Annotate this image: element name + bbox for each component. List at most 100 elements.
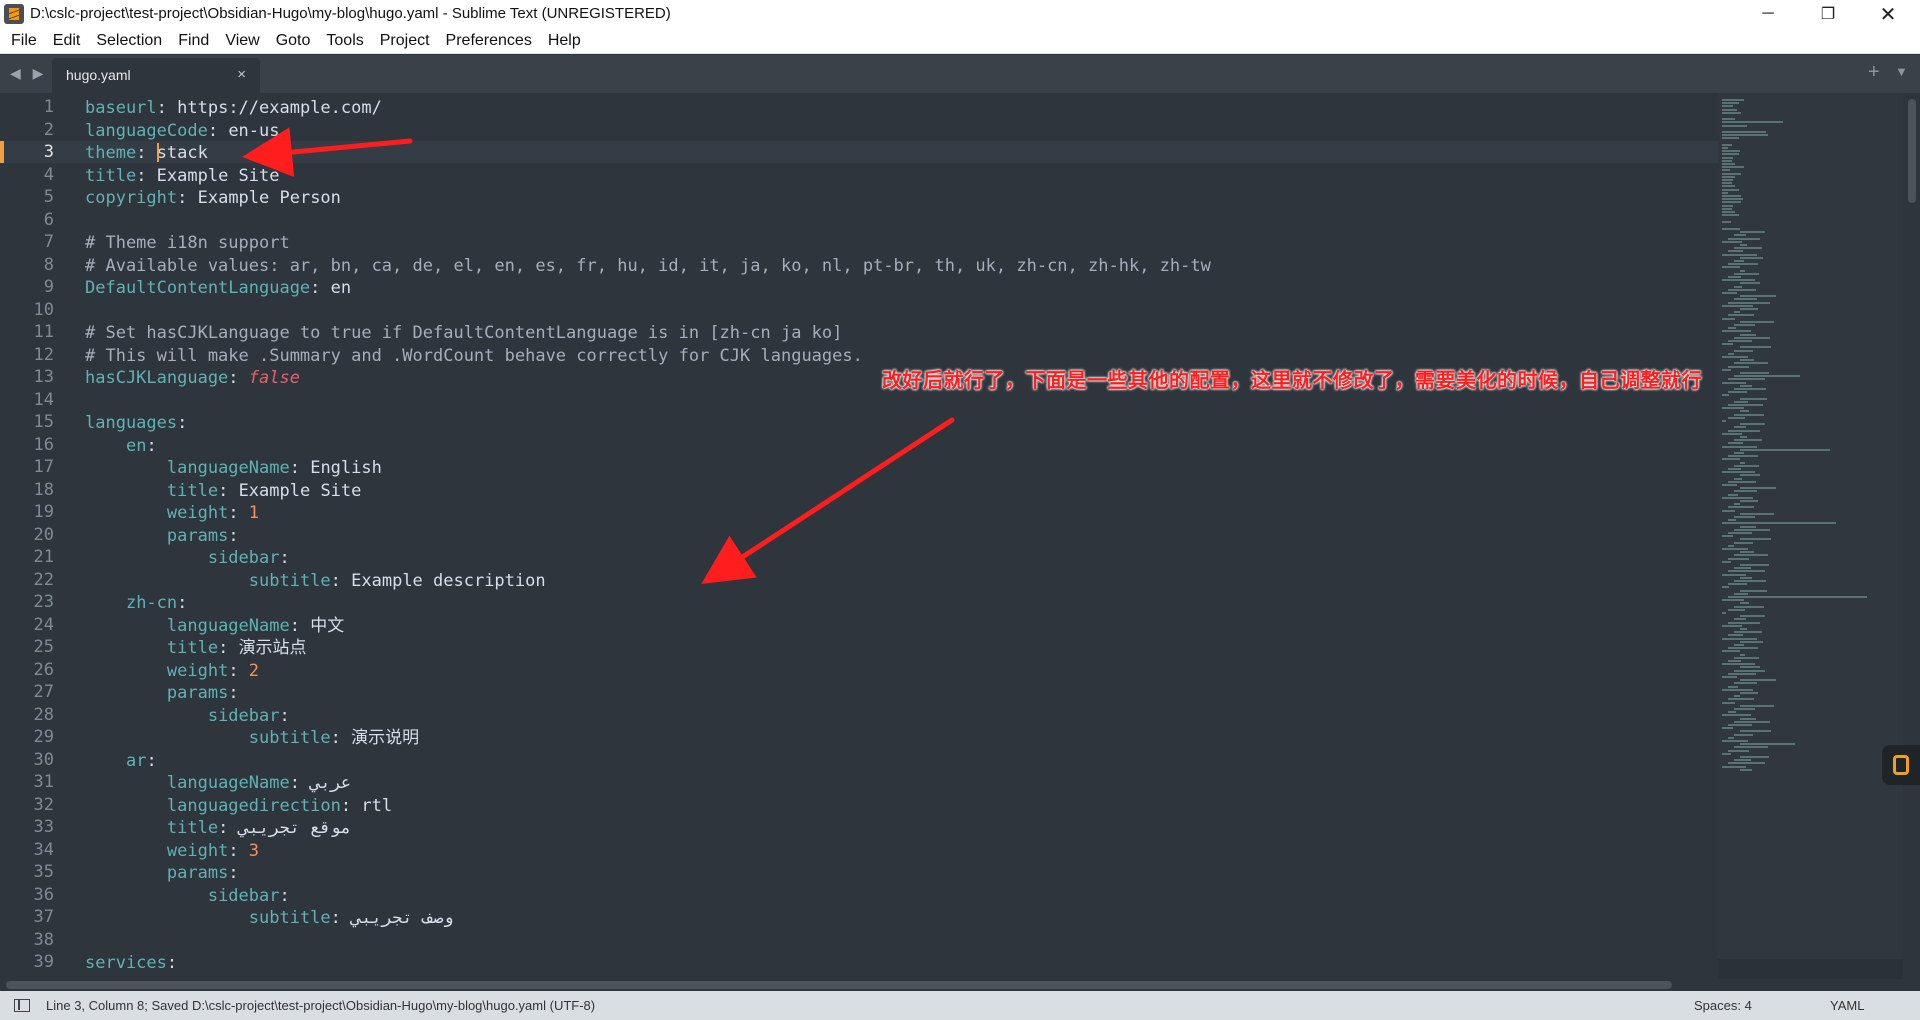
menu-help[interactable]: Help bbox=[541, 32, 588, 50]
minimize-button[interactable]: ─ bbox=[1740, 0, 1796, 28]
code-line[interactable]: languageName: 中文 bbox=[85, 615, 344, 637]
code-line[interactable]: # Available values: ar, bn, ca, de, el, … bbox=[85, 255, 1211, 277]
code-line[interactable]: DefaultContentLanguage: en bbox=[85, 277, 351, 299]
line-number: 27 bbox=[33, 682, 54, 702]
toggle-panel-icon[interactable] bbox=[14, 999, 30, 1012]
code-line[interactable]: services: bbox=[85, 952, 177, 974]
yaml-key: title bbox=[166, 638, 219, 658]
code-line[interactable]: # Theme i18n support bbox=[85, 232, 290, 254]
horizontal-scrollbar-thumb[interactable] bbox=[6, 981, 1672, 989]
yaml-key: subtitle bbox=[248, 908, 331, 928]
minimap-line bbox=[1740, 295, 1776, 298]
yaml-key: subtitle bbox=[248, 570, 331, 591]
vertical-scrollbar-thumb[interactable] bbox=[1908, 99, 1916, 203]
menu-selection[interactable]: Selection bbox=[89, 32, 169, 50]
code-line[interactable]: en: bbox=[85, 435, 157, 457]
minimap-line bbox=[1740, 589, 1767, 592]
minimap-line bbox=[1734, 580, 1766, 582]
minimap[interactable] bbox=[1718, 93, 1903, 979]
code-line[interactable]: title: Example Site bbox=[85, 165, 280, 187]
menu-view[interactable]: View bbox=[218, 32, 266, 50]
line-number: 30 bbox=[33, 749, 54, 770]
code-line[interactable]: sidebar: bbox=[85, 885, 290, 907]
code-line[interactable]: hasCJKLanguage: false bbox=[85, 367, 300, 389]
code-line[interactable]: subtitle: وصف تجريبي bbox=[85, 907, 454, 929]
line-number: 31 bbox=[33, 772, 54, 792]
yaml-key: sidebar bbox=[207, 548, 280, 568]
tab-close-icon[interactable]: × bbox=[237, 66, 246, 83]
code-line[interactable]: title: موقع تجريبي bbox=[85, 817, 351, 839]
minimap-line bbox=[1740, 256, 1763, 259]
code-line[interactable]: languages: bbox=[85, 412, 187, 434]
tab-hugo-yaml[interactable]: hugo.yaml × bbox=[52, 58, 260, 93]
minimap-line bbox=[1734, 695, 1740, 698]
code-line[interactable]: params: bbox=[85, 862, 239, 884]
code-line[interactable]: sidebar: bbox=[85, 705, 290, 727]
code-line[interactable]: title: 演示站点 bbox=[85, 637, 307, 659]
code-line[interactable]: # Set hasCJKLanguage to true if DefaultC… bbox=[85, 322, 842, 344]
code-line[interactable]: languageName: عربي bbox=[85, 772, 351, 794]
menu-goto[interactable]: Goto bbox=[269, 32, 318, 50]
minimap-line bbox=[1722, 317, 1736, 320]
tab-dropdown-icon[interactable]: ▼ bbox=[1895, 64, 1908, 79]
status-message: Line 3, Column 8; Saved D:\cslc-project\… bbox=[46, 998, 596, 1013]
code-line[interactable]: params: bbox=[85, 682, 239, 704]
minimap-line bbox=[1722, 175, 1736, 178]
minimap-line bbox=[1734, 247, 1762, 250]
horizontal-scrollbar[interactable] bbox=[0, 979, 1920, 991]
code-line[interactable]: weight: 1 bbox=[85, 502, 259, 524]
yaml-key: services bbox=[85, 953, 167, 973]
new-tab-icon[interactable]: + bbox=[1868, 61, 1880, 84]
menu-preferences[interactable]: Preferences bbox=[439, 32, 539, 50]
code-line[interactable]: subtitle: 演示说明 bbox=[85, 727, 419, 749]
syntax-selector[interactable]: YAML bbox=[1830, 998, 1864, 1013]
yaml-colon: : bbox=[330, 728, 352, 748]
code-line[interactable]: theme: stack bbox=[85, 142, 208, 164]
minimap-line bbox=[1734, 656, 1760, 659]
code-line[interactable]: baseurl: https://example.com/ bbox=[85, 97, 382, 119]
code-view[interactable]: baseurl: https://example.com/languageCod… bbox=[85, 93, 1715, 979]
close-window-button[interactable]: ✕ bbox=[1860, 0, 1916, 28]
menu-edit[interactable]: Edit bbox=[46, 32, 88, 50]
code-line[interactable]: zh-cn: bbox=[85, 592, 187, 614]
line-number: 5 bbox=[43, 187, 54, 207]
code-line[interactable]: ar: bbox=[85, 750, 157, 772]
minimap-line bbox=[1734, 477, 1742, 480]
code-line[interactable]: copyright: Example Person bbox=[85, 187, 341, 209]
tab-nav-arrows-icon[interactable]: ◀ ▶ bbox=[10, 65, 47, 82]
code-line[interactable]: # This will make .Summary and .WordCount… bbox=[85, 345, 863, 367]
minimap-line bbox=[1740, 730, 1772, 733]
side-plugin-widget[interactable] bbox=[1882, 745, 1920, 785]
code-line[interactable]: sidebar: bbox=[85, 547, 290, 569]
maximize-button[interactable]: ❐ bbox=[1800, 0, 1856, 28]
code-line[interactable]: languagedirection: rtl bbox=[85, 795, 392, 817]
yaml-key: languages bbox=[85, 413, 178, 433]
yaml-key: en bbox=[125, 435, 147, 456]
line-number: 2 bbox=[43, 119, 54, 140]
line-number: 33 bbox=[33, 817, 54, 837]
menu-project[interactable]: Project bbox=[373, 32, 437, 50]
minimap-line bbox=[1722, 185, 1736, 188]
code-line[interactable]: subtitle: Example description bbox=[85, 570, 546, 592]
menu-tools[interactable]: Tools bbox=[319, 32, 370, 50]
code-line[interactable]: languageCode: en-us bbox=[85, 120, 280, 142]
yaml-key: languageName bbox=[166, 458, 290, 478]
menu-find[interactable]: Find bbox=[171, 32, 216, 50]
menu-file[interactable]: File bbox=[4, 32, 44, 50]
minimap-line bbox=[1734, 746, 1769, 749]
code-line[interactable]: weight: 3 bbox=[85, 840, 259, 862]
minimap-line bbox=[1722, 253, 1758, 256]
code-line[interactable]: weight: 2 bbox=[85, 660, 259, 682]
indentation-setting[interactable]: Spaces: 4 bbox=[1694, 998, 1752, 1013]
code-line[interactable]: title: Example Site bbox=[85, 480, 362, 502]
yaml-key: copyright bbox=[85, 188, 178, 208]
minimap-line bbox=[1740, 653, 1745, 656]
vertical-scrollbar[interactable] bbox=[1905, 93, 1920, 979]
code-line[interactable]: languageName: English bbox=[85, 457, 382, 479]
code-line[interactable]: params: bbox=[85, 525, 239, 547]
editor-area[interactable]: 1 2 3 4 5 6 7 8 9 10 11 12 13 14 15 16 17 18 19 20 21 22 23 24 2… bbox=[0, 93, 1920, 979]
yaml-value: موقع تجريبي bbox=[238, 818, 352, 838]
